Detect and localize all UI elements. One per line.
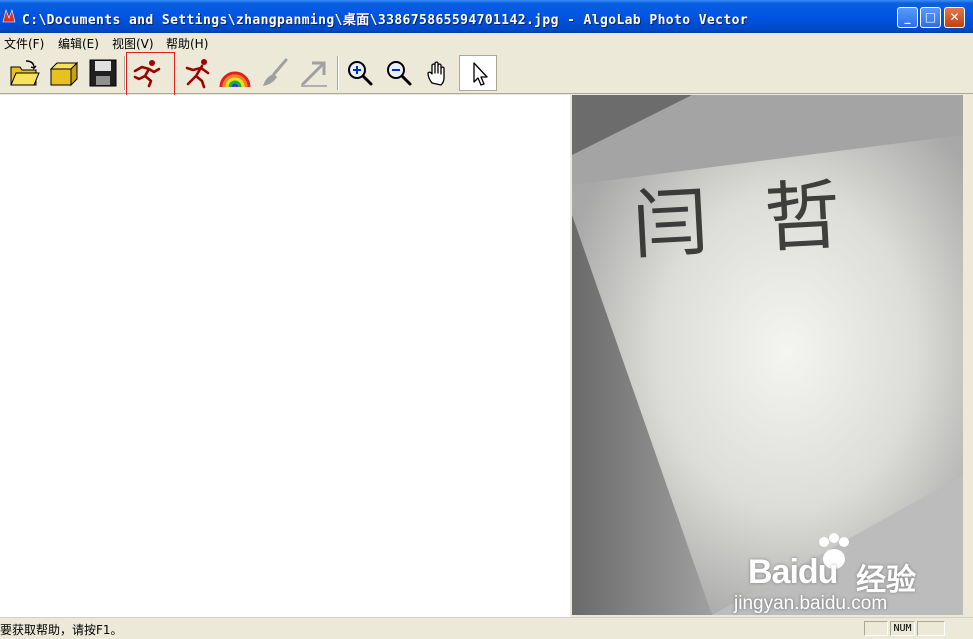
zoom-in-icon <box>348 61 373 86</box>
watermark-url: jingyan.baidu.com <box>734 593 888 614</box>
open-image-button[interactable] <box>44 55 82 91</box>
vector-canvas[interactable] <box>0 95 570 617</box>
menu-help[interactable]: 帮助(H) <box>166 35 208 52</box>
scroll-edge <box>963 95 973 617</box>
menu-file[interactable]: 文件(F) <box>4 35 44 52</box>
open-folder-icon <box>10 60 40 86</box>
pan-button[interactable] <box>419 55 457 91</box>
status-panel-scroll <box>917 621 945 636</box>
run-settings-button[interactable] <box>177 55 215 91</box>
run-settings-icon <box>185 59 210 89</box>
vectorize-button[interactable] <box>128 55 166 91</box>
brush-button[interactable] <box>255 55 293 91</box>
close-icon: ✕ <box>949 10 960 24</box>
export-button[interactable] <box>295 55 333 91</box>
zoom-in-button[interactable] <box>341 55 379 91</box>
menu-bar: 文件(F) 编辑(E) 视图(V) 帮助(H) <box>0 33 973 52</box>
close-button[interactable]: ✕ <box>944 7 965 28</box>
save-button[interactable] <box>84 55 122 91</box>
photo-handwriting: 闫哲 <box>630 167 899 270</box>
open-image-icon <box>49 61 79 87</box>
toolbar-separator <box>124 56 126 90</box>
minimize-icon: _ <box>904 10 911 24</box>
menu-edit[interactable]: 编辑(E) <box>58 35 99 52</box>
rainbow-palette-icon <box>219 71 251 88</box>
toolbar-separator <box>337 56 339 90</box>
status-bar: 要获取帮助，请按F1。 NUM <box>0 617 973 639</box>
maximize-button[interactable]: □ <box>920 7 941 28</box>
status-panel-caps <box>864 621 888 636</box>
save-disk-icon <box>89 59 117 87</box>
run-vectorize-icon <box>133 60 161 88</box>
palette-button[interactable] <box>216 55 254 91</box>
status-help-text: 要获取帮助，请按F1。 <box>0 623 123 637</box>
brush-icon <box>263 58 288 86</box>
pointer-arrow-icon <box>473 62 488 86</box>
menu-view[interactable]: 视图(V) <box>112 35 154 52</box>
title-bar[interactable]: C:\Documents and Settings\zhangpanming\桌… <box>0 0 973 33</box>
export-arrow-icon <box>300 61 327 87</box>
zoom-out-icon <box>387 61 412 86</box>
maximize-icon: □ <box>924 10 937 24</box>
watermark-brand: Baidu <box>748 553 838 591</box>
open-button[interactable] <box>5 55 43 91</box>
app-icon <box>2 8 16 23</box>
zoom-out-button[interactable] <box>380 55 418 91</box>
status-num-indicator: NUM <box>890 621 915 636</box>
minimize-button[interactable]: _ <box>897 7 918 28</box>
hand-pan-icon <box>427 61 445 86</box>
select-button[interactable] <box>459 55 497 91</box>
window-title: C:\Documents and Settings\zhangpanming\桌… <box>22 13 749 28</box>
toolbar <box>0 52 973 94</box>
baidu-watermark: Baidu 经验 jingyan.baidu.com <box>734 533 948 618</box>
